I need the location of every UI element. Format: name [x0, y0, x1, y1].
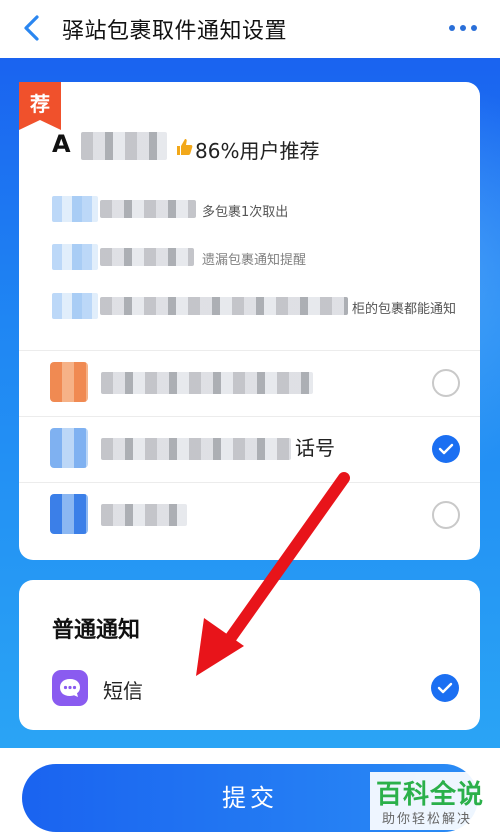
- recommend-badge: 荐: [19, 82, 61, 130]
- section-title: 普通通知: [52, 618, 141, 643]
- page-title: 驿站包裹取件通知设置: [62, 19, 288, 44]
- feature-text: 柜的包裹都能通知: [352, 302, 457, 317]
- feature-row: 多包裹1次取出: [52, 194, 472, 226]
- chevron-left-icon[interactable]: [18, 12, 46, 44]
- feature-row: 柜的包裹都能通知: [52, 291, 472, 323]
- option-radio-checked[interactable]: [432, 435, 460, 463]
- check-icon: [438, 443, 454, 455]
- blurred-option-label: [101, 438, 291, 460]
- blurred-feature-title: [100, 248, 194, 266]
- header-bar: 驿站包裹取件通知设置: [0, 0, 500, 58]
- blurred-option-icon: [50, 362, 88, 402]
- blurred-option-label: [101, 504, 187, 526]
- sms-label: 短信: [103, 679, 143, 703]
- blurred-feature-icon: [52, 196, 98, 222]
- watermark-logo: 百科全说 助你轻松解决: [370, 772, 492, 830]
- thumbs-up-icon: [177, 139, 193, 155]
- feature-text: 多包裹1次取出: [202, 205, 289, 220]
- option-label-suffix: 话号: [295, 436, 335, 460]
- normal-notify-card: 普通通知 短信: [19, 580, 480, 730]
- watermark-sub-text: 助你轻松解决: [382, 812, 473, 827]
- feature-row: 遗漏包裹通知提醒: [52, 242, 472, 274]
- blurred-option-icon: [50, 494, 88, 534]
- blurred-feature-icon: [52, 293, 98, 319]
- check-icon: [437, 682, 453, 694]
- notify-option-row[interactable]: [19, 350, 480, 416]
- blurred-option-icon: [50, 428, 88, 468]
- option-radio[interactable]: [432, 369, 460, 397]
- more-dots-icon[interactable]: [448, 22, 478, 34]
- blurred-feature-title: [100, 200, 196, 218]
- badge-text: 荐: [30, 92, 50, 116]
- recommend-rate-text: 86%用户推荐: [195, 139, 320, 163]
- watermark-main-text: 百科全说: [376, 780, 485, 810]
- recommended-service-card: A 86%用户推荐 多包裹1次取出 遗漏包裹通知提醒 柜的包裹都能通知 话号: [19, 82, 480, 560]
- notify-option-row[interactable]: 话号: [19, 416, 480, 482]
- sms-chat-icon: [52, 670, 88, 706]
- option-radio[interactable]: [432, 501, 460, 529]
- recommended-app-name: A: [52, 130, 71, 158]
- blurred-feature-icon: [52, 244, 98, 270]
- feature-text: 遗漏包裹通知提醒: [202, 253, 307, 268]
- blurred-app-name: [81, 132, 167, 160]
- sms-radio-checked[interactable]: [431, 674, 459, 702]
- blurred-option-label: [101, 372, 313, 394]
- blurred-feature-title: [100, 297, 348, 315]
- notify-option-row[interactable]: [19, 482, 480, 548]
